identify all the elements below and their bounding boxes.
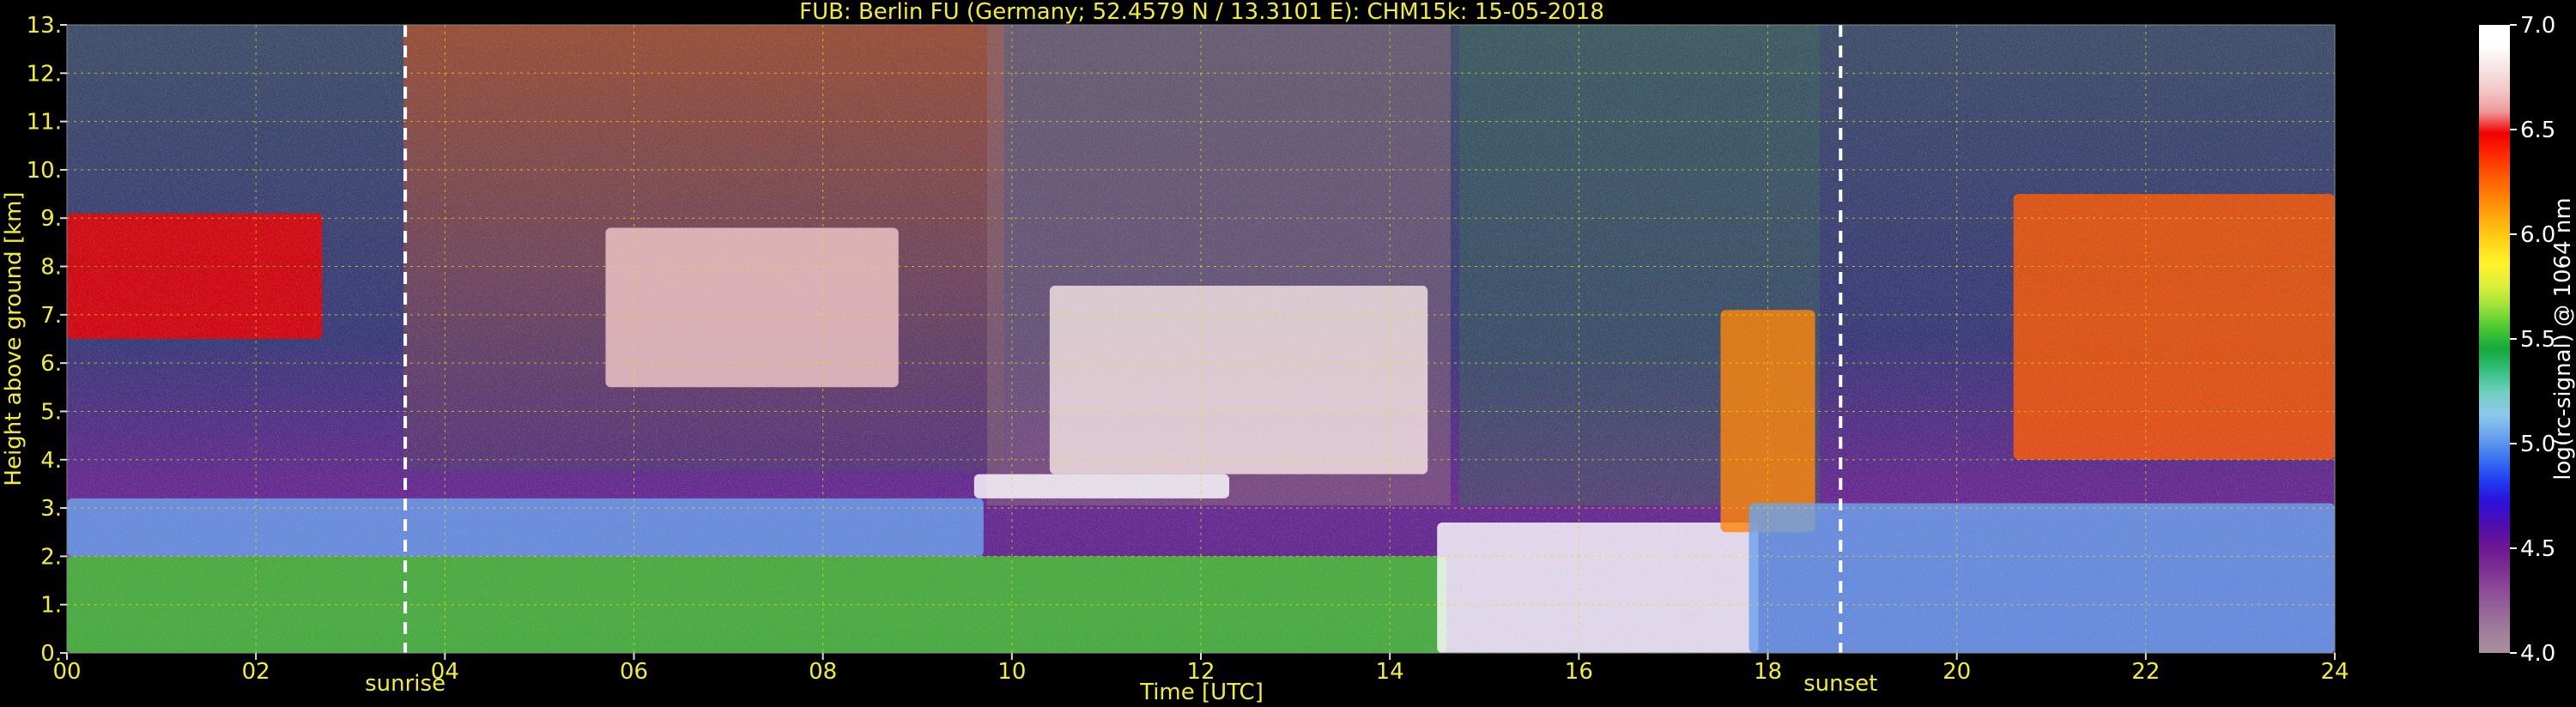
x-tick-label: 20 (1943, 659, 1971, 685)
colorbar-tick-label: 4.5 (2520, 536, 2555, 562)
x-tick-label: 06 (620, 659, 648, 685)
x-tick-label: 14 (1376, 659, 1404, 685)
noise-overlay (67, 25, 2335, 653)
y-axis-ticks: 0. 1. 2. 3. 4. 5. 6. 7. 8. 9. 10. 11. 12. 13. (27, 13, 67, 667)
plot-area (67, 25, 2335, 653)
y-axis-label: Height above ground [km] (1, 191, 27, 486)
y-tick-label: 2. (40, 544, 62, 570)
y-tick-label: 8. (40, 255, 62, 281)
colorbar (2479, 25, 2510, 653)
y-tick-label: 11. (27, 110, 62, 136)
x-tick-label: 16 (1565, 659, 1593, 685)
colorbar-label: log(rc-signal) @ 1064 nm (2550, 197, 2576, 480)
y-tick-label: 6. (40, 351, 62, 377)
colorbar-tick-label: 6.5 (2520, 118, 2555, 143)
y-tick-label: 12. (27, 61, 62, 87)
x-axis-label: Time [UTC] (1139, 680, 1264, 705)
colorbar-ticks: 4.04.55.05.56.06.57.0 (2510, 13, 2555, 667)
y-tick-label: 4. (40, 448, 62, 474)
y-tick-label: 5. (40, 399, 62, 425)
colorbar-tick-label: 4.0 (2520, 641, 2555, 667)
y-tick-label: 13. (27, 13, 62, 39)
y-tick-label: 0. (40, 641, 62, 667)
x-tick-label: 10 (997, 659, 1026, 685)
x-tick-label: 02 (242, 659, 270, 685)
sunset-label: sunset (1803, 671, 1877, 697)
y-tick-label: 3. (40, 496, 62, 522)
colorbar-tick-label: 7.0 (2520, 13, 2555, 39)
y-tick-label: 7. (40, 303, 62, 329)
y-tick-label: 9. (40, 206, 62, 232)
x-tick-label: 04 (431, 659, 459, 685)
y-tick-label: 1. (40, 593, 62, 619)
chart-title: FUB: Berlin FU (Germany; 52.4579 N / 13.… (799, 0, 1604, 25)
x-tick-label: 18 (1754, 659, 1782, 685)
x-tick-label: 08 (809, 659, 837, 685)
y-tick-label: 10. (27, 158, 62, 184)
x-tick-label: 24 (2320, 659, 2349, 685)
lidar-chart: sunrise sunset 00 02 04 06 08 10 12 14 16 18 20 22 24… (1, 0, 2576, 705)
x-tick-label: 22 (2131, 659, 2160, 685)
